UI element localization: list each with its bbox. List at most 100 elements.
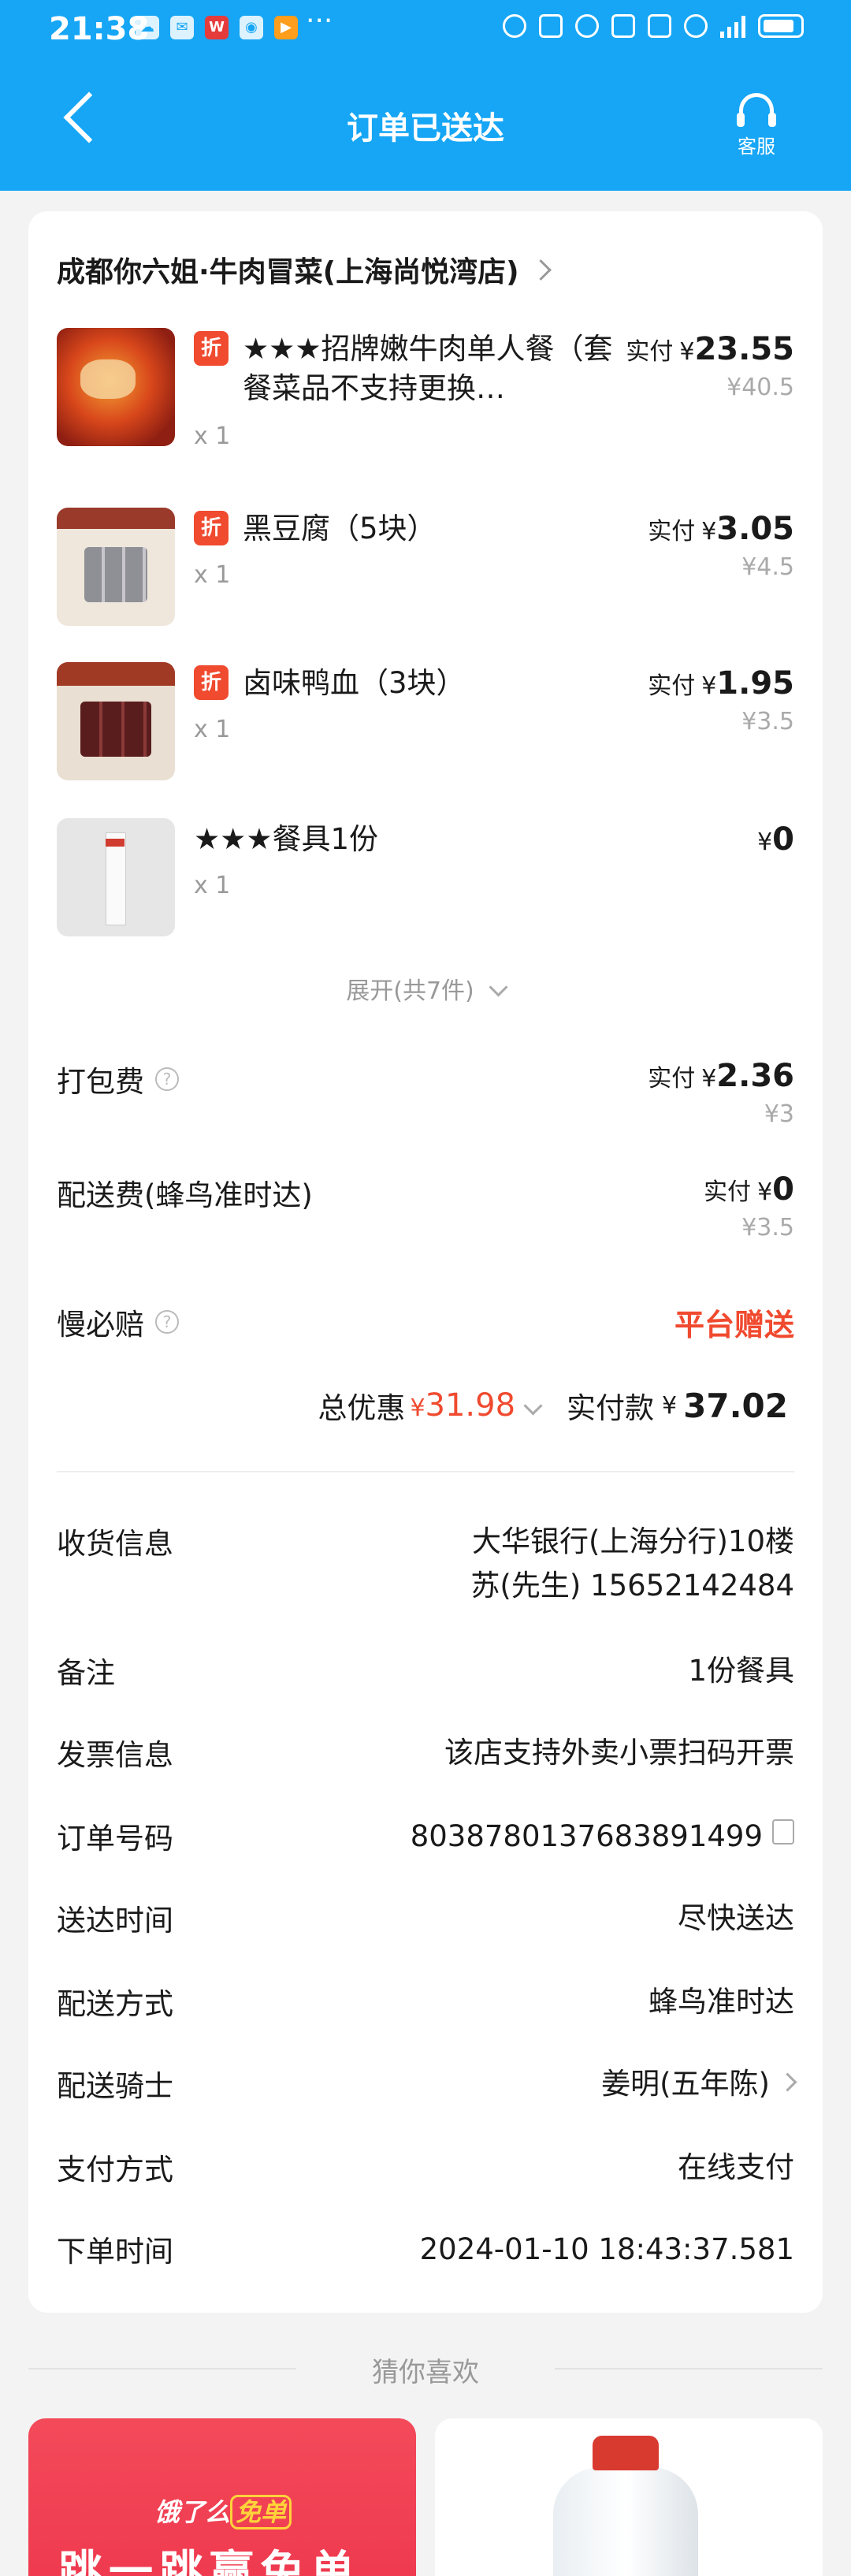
expand-items-button[interactable]: 展开(共7件)	[28, 971, 823, 1006]
currency: ¥	[757, 1178, 773, 1206]
contact-line: 苏(先生) 15652142484	[470, 1569, 794, 1603]
info-label: 配送骑士	[57, 2069, 173, 2103]
info-label: 收货信息	[57, 1527, 173, 1561]
item-price: ¥0	[757, 821, 794, 858]
currency: ¥	[757, 828, 773, 856]
paid-total-label: 实付款	[567, 1391, 655, 1425]
help-icon[interactable]: ?	[155, 1067, 179, 1091]
paid-total-value: 37.02	[683, 1386, 788, 1425]
packing-fee-price: 实付 ¥2.36 ¥3	[648, 1058, 794, 1128]
info-value: 蜂鸟准时达	[648, 1985, 794, 2019]
item-price: 实付 ¥3.05 ¥4.5	[648, 511, 794, 581]
info-row-remark: 备注 1份餐具	[57, 1649, 794, 1696]
cloud-icon: ☁	[136, 16, 159, 39]
currency: ¥	[662, 1391, 678, 1420]
rider-value[interactable]: 姜明(五年陈)	[601, 2062, 797, 2106]
customer-service-button[interactable]: 客服	[725, 93, 788, 158]
status-indicators	[503, 14, 804, 38]
customer-service-label: 客服	[738, 136, 775, 158]
info-value: 1份餐具	[688, 1654, 794, 1688]
info-row-address: 收货信息 大华银行(上海分行)10楼 苏(先生) 15652142484	[57, 1520, 794, 1614]
info-row-delivery-time: 送达时间 尽快送达	[57, 1897, 794, 1944]
headset-icon	[737, 93, 776, 127]
item-image	[57, 328, 175, 446]
late-compensation-label: 慢必赔	[57, 1308, 144, 1342]
original-price: ¥3.5	[741, 1214, 794, 1241]
help-icon[interactable]: ?	[155, 1310, 179, 1334]
eye-icon	[503, 14, 526, 38]
video-app-icon: ▶	[274, 16, 298, 39]
item-price: 实付 ¥23.55 ¥40.5	[626, 331, 794, 401]
order-number-value[interactable]: 8038780137683891499	[411, 1815, 794, 1859]
price-value: 0	[772, 821, 794, 858]
price-value: 2.36	[716, 1058, 794, 1094]
item-name: 卤味鸭血（3块）	[243, 666, 466, 700]
info-value: 该店支持外卖小票扫码开票	[444, 1736, 794, 1770]
total-discount-button[interactable]: ¥31.98	[410, 1387, 515, 1424]
paid-label: 实付	[648, 1065, 696, 1093]
item-image	[57, 662, 175, 780]
recommend-header: 猜你喜欢	[28, 2344, 823, 2392]
info-value: 在线支付	[678, 2150, 794, 2184]
order-item[interactable]: 折 黑豆腐（5块） x 1 实付 ¥3.05 ¥4.5	[57, 508, 794, 634]
chevron-down-icon	[489, 977, 508, 997]
item-name: ★★★餐具1份	[194, 822, 379, 856]
alarm-icon	[575, 14, 599, 38]
info-label: 配送方式	[57, 1987, 173, 2021]
paid-label: 实付	[626, 338, 674, 366]
currency: ¥	[701, 672, 717, 700]
info-row-payment: 支付方式 在线支付	[57, 2146, 794, 2193]
original-price: ¥4.5	[741, 553, 794, 581]
battery-icon	[758, 14, 804, 38]
info-row-order-time: 下单时间 2024-01-10 18:43:37.581	[57, 2228, 794, 2275]
notification-icons: ☁ ✉ W ◉ ▶	[136, 16, 298, 39]
chevron-right-icon	[778, 2072, 797, 2092]
order-item[interactable]: ★★★餐具1份 x 1 ¥0	[57, 818, 794, 944]
delivery-fee-price: 实付 ¥0 ¥3.5	[704, 1171, 794, 1241]
delivery-fee-row: 配送费(蜂鸟准时达) 实付 ¥0 ¥3.5	[57, 1171, 794, 1258]
info-label: 发票信息	[57, 1738, 173, 1772]
currency: ¥	[701, 1065, 717, 1093]
chevron-right-icon	[530, 259, 552, 281]
recommend-product-card[interactable]	[435, 2418, 823, 2576]
logo-text: 饿了么	[154, 2497, 231, 2527]
paid-label: 实付	[704, 1178, 752, 1206]
order-item[interactable]: 折 卤味鸭血（3块） x 1 实付 ¥1.95 ¥3.5	[57, 662, 794, 788]
rider-name: 姜明(五年陈)	[601, 2067, 770, 2101]
original-price: ¥3.5	[741, 708, 794, 735]
info-label: 订单号码	[57, 1822, 173, 1856]
price-value: 1.95	[716, 665, 794, 702]
divider	[57, 1471, 794, 1472]
signal-icon	[720, 14, 745, 38]
wechat-icon: ✉	[170, 16, 194, 39]
recommend-title: 猜你喜欢	[372, 2357, 479, 2388]
currency: ¥	[701, 518, 717, 545]
app-header: 21:38 ☁ ✉ W ◉ ▶ ··· 订单已送达 客服	[0, 0, 851, 191]
item-name: 黑豆腐（5块）	[243, 512, 437, 545]
copy-icon[interactable]	[772, 1819, 794, 1845]
platform-gift-label: 平台赠送	[674, 1308, 794, 1342]
more-notifications: ···	[306, 5, 333, 37]
logo-free-text: 免单	[230, 2495, 292, 2529]
currency: ¥	[410, 1394, 426, 1422]
address-line: 大华银行(上海分行)10楼	[472, 1524, 794, 1558]
recommend-banner-card[interactable]: 饿了么 免单 跳一跳赢免单	[28, 2418, 416, 2576]
order-item[interactable]: 折 ★★★招牌嫩牛肉单人餐（套餐菜品不支持更换… x 1 实付 ¥23.55 ¥4…	[57, 328, 794, 454]
info-row-delivery-method: 配送方式 蜂鸟准时达	[57, 1980, 794, 2027]
info-label: 下单时间	[57, 2235, 173, 2269]
product-image	[553, 2467, 698, 2576]
delivery-fee-label: 配送费(蜂鸟准时达)	[57, 1178, 313, 1212]
item-qty: x 1	[194, 716, 231, 743]
discount-badge: 折	[194, 511, 229, 545]
status-bar: 21:38 ☁ ✉ W ◉ ▶ ···	[0, 0, 851, 61]
item-image	[57, 818, 175, 936]
info-row-rider[interactable]: 配送骑士 姜明(五年陈)	[57, 2062, 797, 2109]
bottle-cap	[593, 2436, 659, 2470]
item-qty: x 1	[194, 423, 231, 450]
store-link[interactable]: 成都你六姐·牛肉冒菜(上海尚悦湾店)	[57, 249, 552, 290]
bluetooth-icon	[611, 14, 635, 38]
price-value: 3.05	[716, 511, 794, 547]
chevron-down-icon[interactable]	[523, 1395, 543, 1416]
page-title: 订单已送达	[347, 110, 504, 147]
price-value: 0	[772, 1171, 794, 1208]
